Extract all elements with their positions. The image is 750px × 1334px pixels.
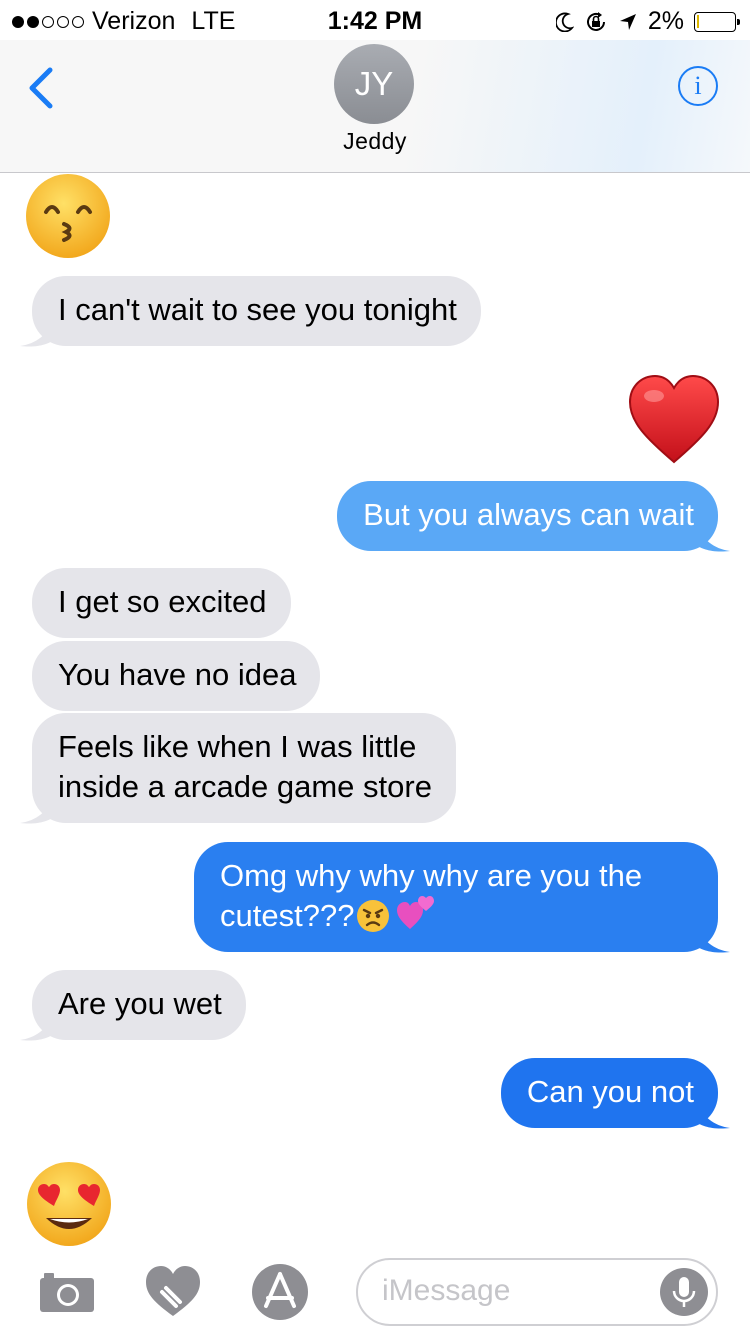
location-arrow-icon	[619, 13, 636, 30]
message-text: I can't wait to see you tonight	[58, 292, 457, 327]
outgoing-message-bubble[interactable]: Omg why why why are you the cutest???	[194, 842, 718, 952]
compose-toolbar: iMessage	[0, 1246, 750, 1334]
moon-icon	[555, 12, 574, 32]
message-text: Are you wet	[58, 986, 222, 1021]
message-text-line: Feels like when I was little	[58, 729, 417, 764]
bubble-tail	[20, 797, 54, 824]
outgoing-message-bubble[interactable]: But you always can wait	[337, 481, 718, 551]
incoming-message-bubble[interactable]: You have no idea	[32, 641, 321, 711]
digital-touch-icon[interactable]	[144, 1264, 202, 1318]
red-heart-emoji	[628, 374, 720, 464]
angry-face-emoji	[357, 900, 390, 932]
back-button[interactable]	[24, 66, 64, 110]
incoming-message-bubble[interactable]: Are you wet	[32, 970, 246, 1040]
conversation-header: JY Jeddy i	[0, 40, 750, 173]
battery-icon	[694, 11, 740, 32]
heart-eyes-emoji	[27, 1162, 111, 1246]
message-text-line: inside a arcade game store	[58, 769, 432, 804]
app-store-icon[interactable]	[250, 1262, 310, 1322]
contact-name[interactable]: Jeddy	[0, 128, 750, 155]
info-icon: i	[694, 71, 702, 100]
two-hearts-emoji	[397, 896, 435, 929]
bubble-tail	[696, 926, 730, 953]
status-right: 2%	[555, 7, 740, 36]
incoming-message-bubble[interactable]: I get so excited	[32, 568, 291, 638]
imessage-input[interactable]: iMessage	[356, 1258, 718, 1326]
message-text: But you always can wait	[363, 497, 694, 532]
bubble-tail	[696, 1102, 730, 1129]
bubble-tail	[696, 525, 730, 552]
kissing-smiling-eyes-emoji	[26, 174, 110, 258]
message-text-line: cutest???	[220, 898, 355, 933]
battery-percent: 2%	[647, 7, 684, 35]
message-text-line: Omg why why why are you the	[220, 858, 643, 893]
imessage-placeholder: iMessage	[382, 1274, 511, 1307]
microphone-icon	[672, 1277, 696, 1307]
message-text: I get so excited	[58, 584, 267, 619]
camera-icon[interactable]	[38, 1270, 96, 1314]
bubble-tail	[20, 1014, 54, 1041]
contact-avatar[interactable]: JY	[334, 44, 414, 124]
rotation-lock-icon	[586, 11, 605, 31]
incoming-message-bubble[interactable]: I can't wait to see you tonight	[32, 276, 481, 346]
status-bar: Verizon LTE 1:42 PM 2%	[0, 0, 750, 40]
outgoing-message-bubble[interactable]: Can you not	[500, 1058, 718, 1128]
message-text: You have no idea	[58, 657, 297, 692]
bubble-tail	[20, 320, 54, 347]
info-button[interactable]: i	[678, 66, 718, 106]
incoming-message-bubble[interactable]: Feels like when I was little inside a ar…	[32, 713, 456, 823]
microphone-button[interactable]	[660, 1268, 708, 1316]
avatar-initials: JY	[354, 65, 394, 102]
chevron-left-icon	[29, 67, 53, 109]
message-text: Can you not	[526, 1074, 694, 1109]
